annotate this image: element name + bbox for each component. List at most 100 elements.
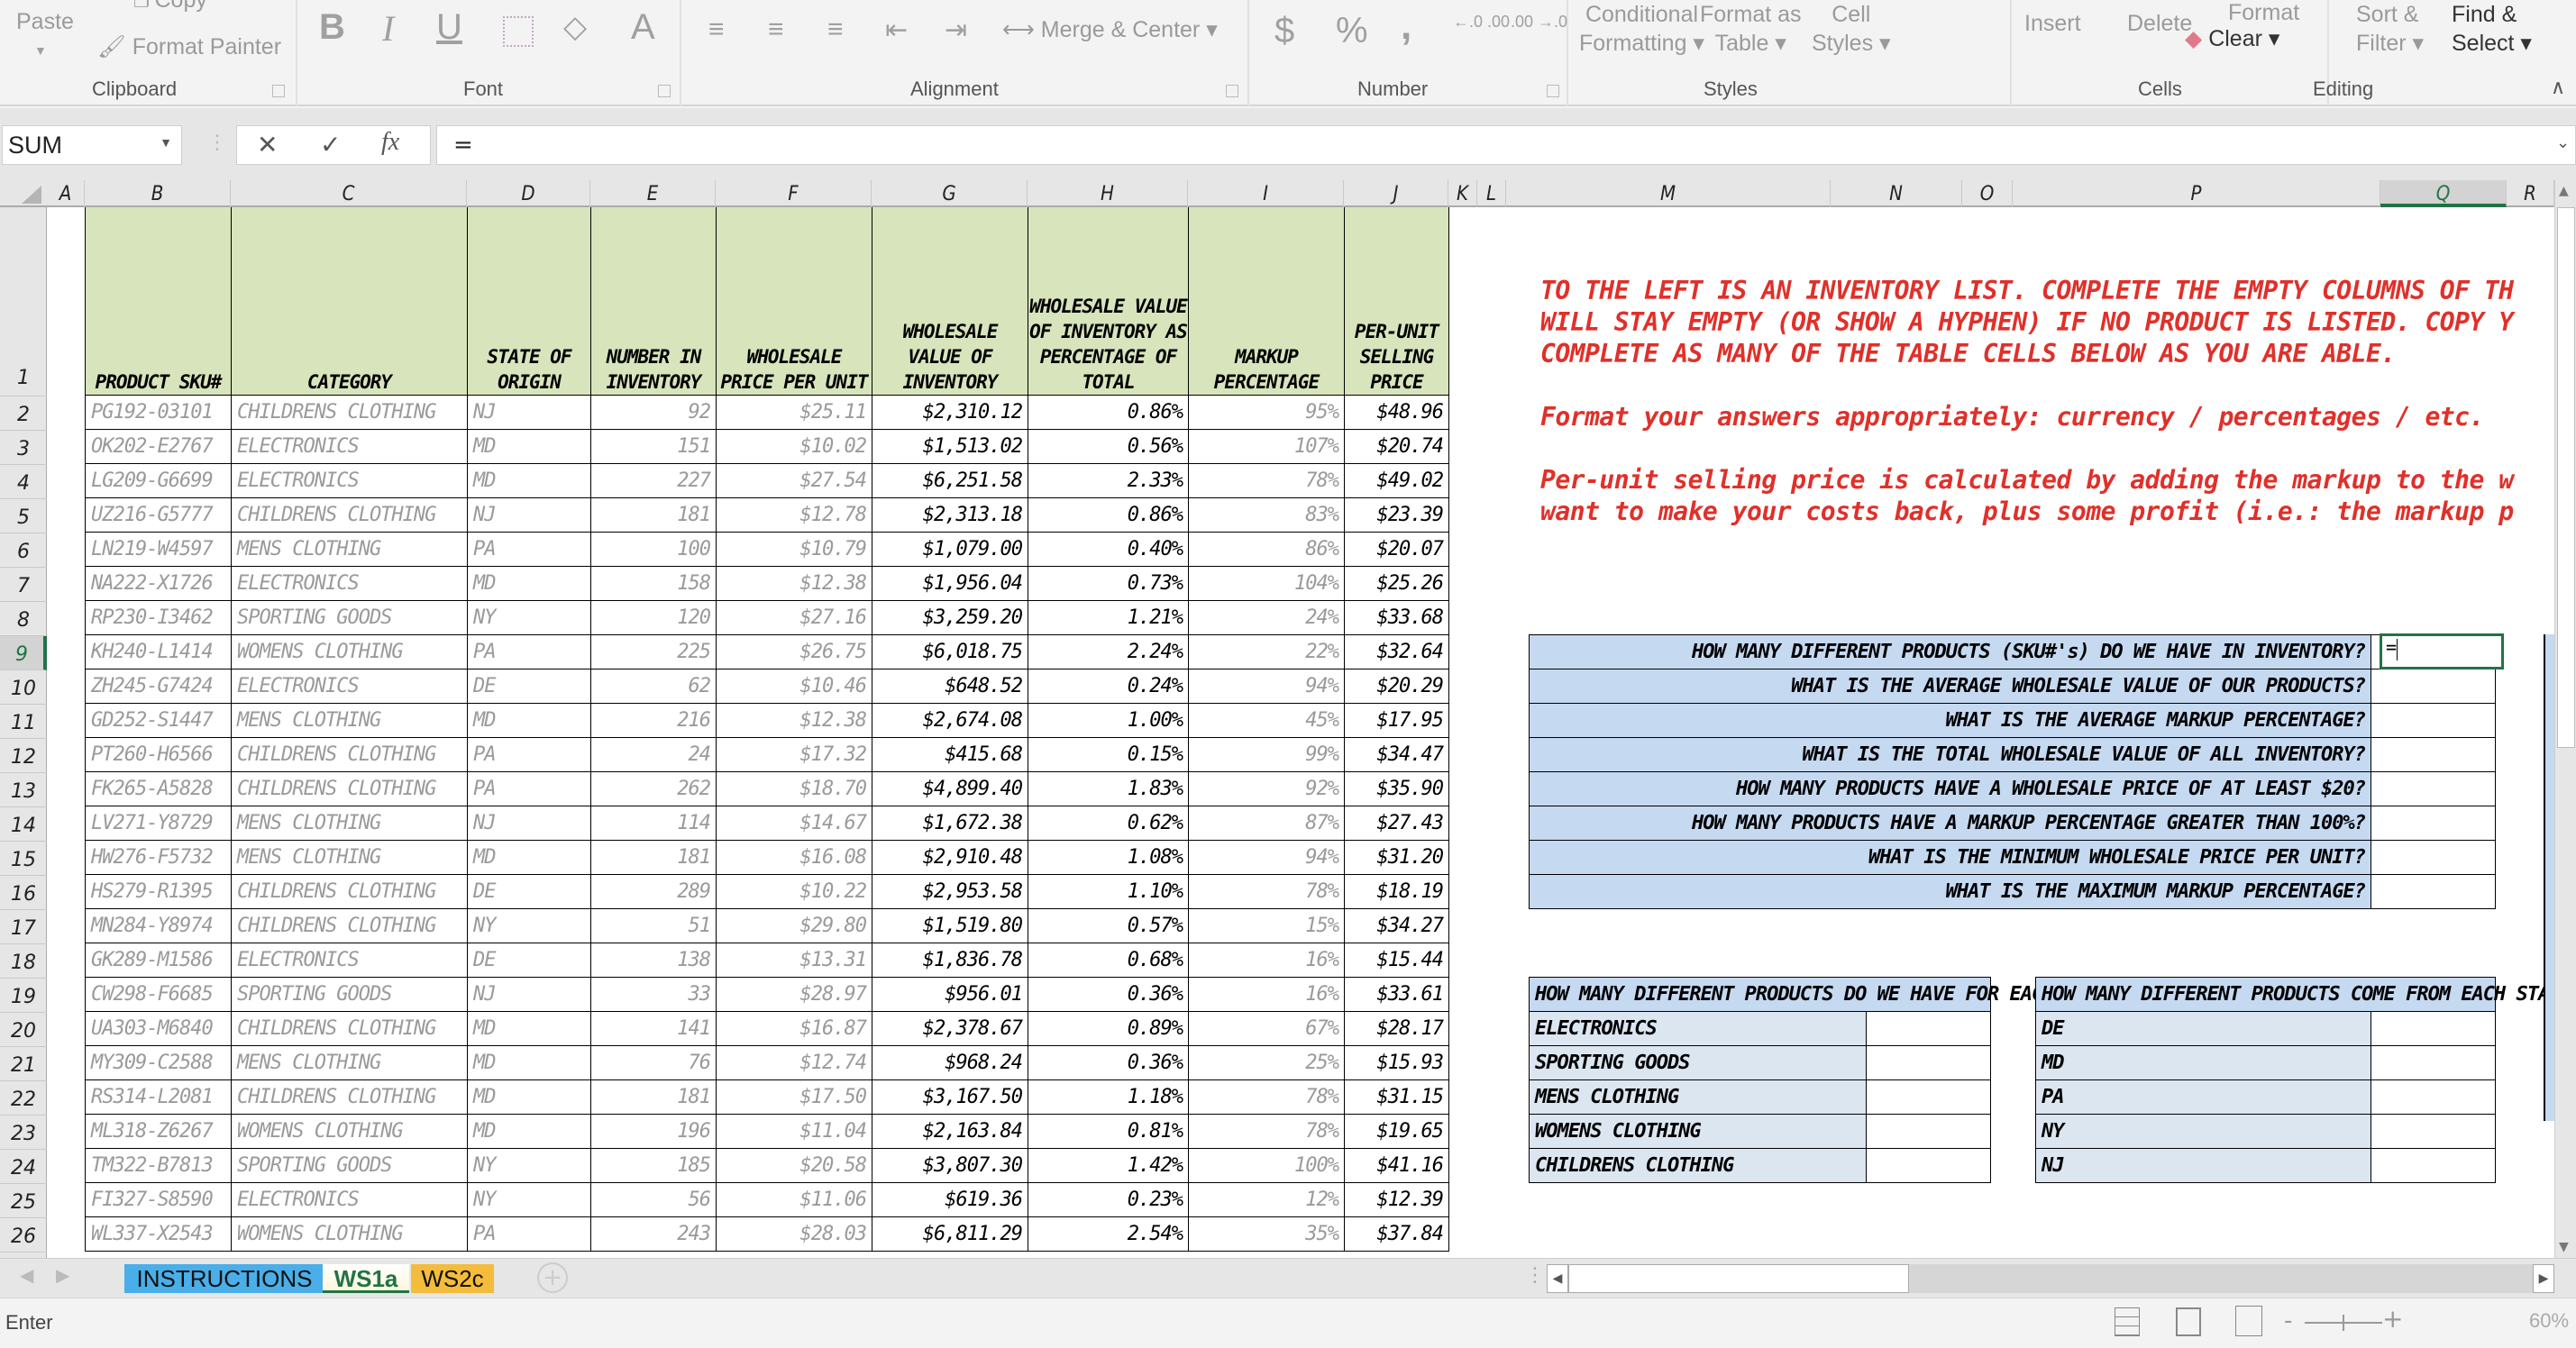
- wholesale-value-cell[interactable]: $415.68: [872, 736, 1028, 772]
- row-header-18[interactable]: 18: [0, 944, 47, 979]
- answer-cell[interactable]: [2370, 806, 2496, 841]
- percent-of-total-cell[interactable]: 1.42%: [1028, 1147, 1189, 1183]
- category-cell[interactable]: ELECTRONICS: [231, 668, 468, 704]
- row-header-2[interactable]: 2: [0, 396, 47, 431]
- inventory-header-cell[interactable]: STATE OF ORIGIN: [467, 207, 591, 395]
- format-button[interactable]: Format: [2228, 0, 2299, 26]
- decrease-indent-button[interactable]: ⇤: [885, 14, 908, 46]
- selling-price-cell[interactable]: $20.07: [1344, 531, 1449, 567]
- row-header-3[interactable]: 3: [0, 431, 47, 465]
- state-count-cell[interactable]: [2370, 1045, 2497, 1080]
- percent-of-total-cell[interactable]: 1.83%: [1028, 770, 1189, 806]
- inventory-count-cell[interactable]: 181: [590, 839, 717, 875]
- inventory-count-cell[interactable]: 262: [590, 770, 717, 806]
- column-header-J[interactable]: J: [1344, 180, 1448, 207]
- selling-price-cell[interactable]: $15.44: [1344, 942, 1449, 978]
- sku-cell[interactable]: FI327-S8590: [85, 1181, 232, 1217]
- answer-cell[interactable]: [2370, 874, 2496, 909]
- state-cell[interactable]: PA: [467, 633, 591, 669]
- percent-of-total-cell[interactable]: 0.81%: [1028, 1113, 1189, 1149]
- scroll-left-icon[interactable]: ◀: [1547, 1264, 1568, 1293]
- sku-cell[interactable]: UA303-M6840: [85, 1010, 232, 1046]
- percent-of-total-cell[interactable]: 1.00%: [1028, 702, 1189, 738]
- category-cell[interactable]: CHILDRENS CLOTHING: [231, 1079, 468, 1115]
- sheet-tab-instructions[interactable]: INSTRUCTIONS: [124, 1264, 324, 1293]
- inventory-count-cell[interactable]: 24: [590, 736, 717, 772]
- state-count-cell[interactable]: [2370, 1114, 2497, 1149]
- inventory-count-cell[interactable]: 51: [590, 907, 717, 943]
- wholesale-price-cell[interactable]: $13.31: [716, 942, 872, 978]
- name-box[interactable]: SUM ▼: [2, 125, 182, 165]
- wholesale-price-cell[interactable]: $28.03: [716, 1216, 872, 1252]
- selling-price-cell[interactable]: $28.17: [1344, 1010, 1449, 1046]
- wholesale-price-cell[interactable]: $17.50: [716, 1079, 872, 1115]
- page-break-view-button[interactable]: [2235, 1306, 2262, 1336]
- row-header-1[interactable]: 1: [0, 207, 47, 396]
- formula-input[interactable]: =: [436, 125, 2576, 165]
- column-header-K[interactable]: K: [1448, 180, 1477, 207]
- row-header-13[interactable]: 13: [0, 773, 47, 807]
- state-cell[interactable]: MD: [467, 1079, 591, 1115]
- wholesale-value-cell[interactable]: $1,672.38: [872, 805, 1028, 841]
- markup-cell[interactable]: 78%: [1188, 462, 1345, 498]
- category-cell[interactable]: CHILDRENS CLOTHING: [231, 873, 468, 909]
- worksheet-grid[interactable]: PRODUCT SKU# CATEGORY STATE OF ORIGIN NUMBE…: [47, 207, 2554, 1258]
- selling-price-cell[interactable]: $49.02: [1344, 462, 1449, 498]
- collapse-ribbon-icon[interactable]: ∧: [2551, 76, 2565, 99]
- paste-dropdown-icon[interactable]: ▼: [34, 43, 47, 58]
- wholesale-price-cell[interactable]: $11.04: [716, 1113, 872, 1149]
- state-cell[interactable]: NJ: [467, 496, 591, 533]
- category-cell[interactable]: ELECTRONICS: [231, 565, 468, 601]
- state-cell[interactable]: MD: [467, 702, 591, 738]
- inventory-count-cell[interactable]: 92: [590, 394, 717, 430]
- active-cell-Q9[interactable]: =: [2380, 633, 2504, 669]
- markup-cell[interactable]: 25%: [1188, 1044, 1345, 1080]
- inventory-header-cell[interactable]: MARKUP PERCENTAGE: [1188, 207, 1345, 395]
- sku-cell[interactable]: MN284-Y8974: [85, 907, 232, 943]
- column-header-N[interactable]: N: [1831, 180, 1962, 207]
- markup-cell[interactable]: 94%: [1188, 668, 1345, 704]
- selling-price-cell[interactable]: $34.47: [1344, 736, 1449, 772]
- cell-styles-button[interactable]: Cell Styles ▾: [1812, 0, 1891, 58]
- sku-cell[interactable]: TM322-B7813: [85, 1147, 232, 1183]
- selling-price-cell[interactable]: $27.43: [1344, 805, 1449, 841]
- selling-price-cell[interactable]: $33.61: [1344, 976, 1449, 1012]
- state-cell[interactable]: PA: [467, 1216, 591, 1252]
- sku-cell[interactable]: RP230-I3462: [85, 599, 232, 635]
- state-count-cell[interactable]: [2370, 1148, 2497, 1183]
- percent-of-total-cell[interactable]: 1.10%: [1028, 873, 1189, 909]
- selling-price-cell[interactable]: $37.84: [1344, 1216, 1449, 1252]
- wholesale-price-cell[interactable]: $27.16: [716, 599, 872, 635]
- category-cell[interactable]: WOMENS CLOTHING: [231, 633, 468, 669]
- vertical-scroll-thumb[interactable]: [2557, 207, 2575, 748]
- inventory-count-cell[interactable]: 196: [590, 1113, 717, 1149]
- state-cell[interactable]: MD: [467, 839, 591, 875]
- delete-button[interactable]: Delete: [2127, 11, 2192, 37]
- sku-cell[interactable]: LG209-G6699: [85, 462, 232, 498]
- inventory-count-cell[interactable]: 76: [590, 1044, 717, 1080]
- percent-of-total-cell[interactable]: 0.89%: [1028, 1010, 1189, 1046]
- wholesale-value-cell[interactable]: $2,953.58: [872, 873, 1028, 909]
- wholesale-price-cell[interactable]: $17.32: [716, 736, 872, 772]
- category-cell[interactable]: WOMENS CLOTHING: [231, 1216, 468, 1252]
- percent-of-total-cell[interactable]: 0.23%: [1028, 1181, 1189, 1217]
- row-header-5[interactable]: 5: [0, 499, 47, 533]
- selling-price-cell[interactable]: $19.65: [1344, 1113, 1449, 1149]
- selling-price-cell[interactable]: $31.20: [1344, 839, 1449, 875]
- markup-cell[interactable]: 95%: [1188, 394, 1345, 430]
- percent-of-total-cell[interactable]: 2.24%: [1028, 633, 1189, 669]
- next-sheet-icon[interactable]: ▶: [56, 1264, 69, 1286]
- column-header-R[interactable]: R: [2507, 180, 2554, 207]
- wholesale-price-cell[interactable]: $12.74: [716, 1044, 872, 1080]
- wholesale-price-cell[interactable]: $10.22: [716, 873, 872, 909]
- percent-of-total-cell[interactable]: 2.33%: [1028, 462, 1189, 498]
- horizontal-scroll-thumb[interactable]: [1568, 1264, 1909, 1293]
- category-cell[interactable]: ELECTRONICS: [231, 462, 468, 498]
- markup-cell[interactable]: 104%: [1188, 565, 1345, 601]
- category-cell[interactable]: CHILDRENS CLOTHING: [231, 496, 468, 533]
- answer-cell[interactable]: [2370, 703, 2496, 738]
- state-cell[interactable]: NY: [467, 907, 591, 943]
- wholesale-value-cell[interactable]: $1,519.80: [872, 907, 1028, 943]
- column-header-H[interactable]: H: [1028, 180, 1188, 207]
- percent-of-total-cell[interactable]: 0.36%: [1028, 976, 1189, 1012]
